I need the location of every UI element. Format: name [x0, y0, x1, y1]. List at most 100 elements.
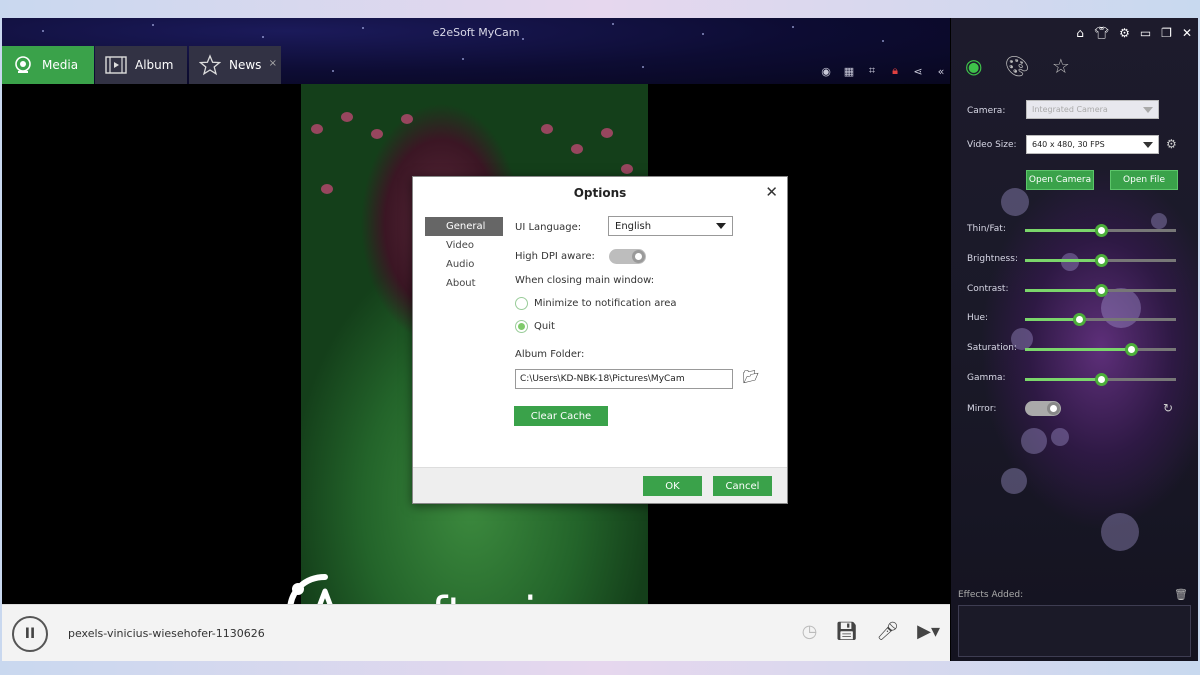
slider-label: Brightness:	[967, 254, 1018, 264]
slider-label: Hue:	[967, 313, 989, 323]
nav-item-audio[interactable]: Audio	[425, 255, 503, 274]
video-size-select[interactable]: 640 x 480, 30 FPS	[1026, 135, 1159, 154]
folder-open-icon[interactable]: 📂︎	[743, 370, 760, 385]
toggle-knob	[1047, 402, 1060, 415]
options-dialog: Options ✕ General Video Audio About UI L…	[412, 176, 788, 504]
adjustment-slider[interactable]	[1025, 313, 1176, 326]
album-folder-field[interactable]: C:\Users\KD-NBK-18\Pictures\MyCam	[515, 369, 733, 389]
toggle-knob	[632, 250, 645, 263]
film-icon	[105, 54, 127, 76]
ui-language-label: UI Language:	[515, 222, 582, 233]
close-icon[interactable]: ✕	[1182, 26, 1192, 40]
clock-icon[interactable]: ◷	[802, 621, 818, 642]
ui-language-value: English	[615, 220, 652, 232]
tab-news[interactable]: News ×	[189, 46, 281, 84]
dialog-title: Options	[573, 186, 627, 200]
video-toolbar: ◉ ▦ ⌗ 🔒︎ ⋖ «	[819, 64, 948, 78]
collapse-icon[interactable]: «	[934, 65, 948, 78]
quit-option-label: Quit	[534, 321, 555, 332]
reset-icon[interactable]: ↻	[1163, 401, 1173, 415]
high-dpi-toggle[interactable]	[609, 249, 646, 264]
adjustment-slider[interactable]	[1025, 254, 1176, 267]
share-icon[interactable]: ⋖	[911, 65, 925, 78]
tab-media-label: Media	[42, 58, 79, 72]
nav-item-video[interactable]: Video	[425, 236, 503, 255]
options-nav: General Video Audio About	[425, 217, 503, 293]
softonic-watermark: softonic.com	[280, 569, 678, 604]
slider-knob[interactable]	[1094, 284, 1108, 297]
slider-knob[interactable]	[1094, 254, 1108, 267]
webcam-icon[interactable]: ◉	[965, 54, 982, 78]
tab-close-icon[interactable]: ×	[269, 58, 277, 69]
camera-select[interactable]: Integrated Camera	[1026, 100, 1159, 119]
adjustment-slider[interactable]	[1025, 284, 1176, 297]
slider-knob[interactable]	[1124, 343, 1138, 356]
slider-label: Gamma:	[967, 373, 1006, 383]
closing-behavior-label: When closing main window:	[515, 275, 655, 286]
ok-button[interactable]: OK	[643, 476, 702, 496]
adjustment-slider[interactable]	[1025, 343, 1176, 356]
camera-icon[interactable]: ▶▾	[917, 621, 940, 642]
high-dpi-label: High DPI aware:	[515, 251, 595, 262]
album-folder-label: Album Folder:	[515, 349, 585, 360]
clear-cache-button[interactable]: Clear Cache	[514, 406, 608, 426]
chevron-down-icon	[1143, 106, 1153, 113]
qr-icon[interactable]: ▦	[842, 65, 856, 78]
open-file-button[interactable]: Open File	[1110, 170, 1178, 190]
window-controls: ⌂ 👕︎ ⚙ ▭ ❐ ✕	[1076, 26, 1192, 40]
shirt-icon[interactable]: 👕︎	[1094, 26, 1109, 40]
cancel-button[interactable]: Cancel	[713, 476, 772, 496]
save-icon[interactable]: 💾︎	[835, 621, 858, 642]
tab-album[interactable]: Album	[95, 46, 187, 84]
ui-language-select[interactable]: English	[608, 216, 733, 236]
close-icon[interactable]: ✕	[765, 183, 778, 201]
palette-icon[interactable]: 🎨︎	[1004, 54, 1029, 78]
slider-knob[interactable]	[1094, 373, 1108, 386]
slider-knob[interactable]	[1094, 224, 1108, 237]
effects-added-label: Effects Added:	[958, 590, 1024, 600]
webcam-icon	[12, 54, 34, 76]
home-icon[interactable]: ⌂	[1076, 26, 1084, 40]
mirror-label: Mirror:	[967, 404, 997, 414]
minimize-icon[interactable]: ▭	[1140, 26, 1151, 40]
panel-tabs: ◉ 🎨︎ ☆	[965, 54, 1070, 78]
minimize-option-label: Minimize to notification area	[534, 298, 677, 309]
camera-select-value: Integrated Camera	[1032, 105, 1108, 114]
crop-icon[interactable]: ⌗	[865, 64, 879, 78]
minimize-radio[interactable]	[515, 297, 528, 310]
nav-item-general[interactable]: General	[425, 217, 503, 236]
restore-icon[interactable]: ❐	[1161, 26, 1172, 40]
top-bar: e2eSoft MyCam Media Album News × ◉ ▦ ⌗ 🔒…	[2, 18, 950, 84]
bottom-bar: II pexels-vinicius-wiesehofer-1130626 ◷ …	[2, 604, 950, 661]
open-camera-button[interactable]: Open Camera	[1026, 170, 1094, 190]
star-icon[interactable]: ☆	[1052, 54, 1070, 78]
tab-media[interactable]: Media	[2, 46, 94, 84]
control-panel: ⌂ 👕︎ ⚙ ▭ ❐ ✕ ◉ 🎨︎ ☆ Camera: Integrated C…	[951, 18, 1198, 661]
watermark-text: softonic.com	[378, 587, 678, 604]
gear-icon[interactable]: ⚙	[1119, 26, 1130, 40]
gear-icon[interactable]: ⚙	[1166, 137, 1177, 151]
tab-album-label: Album	[135, 58, 174, 72]
chevron-down-icon	[716, 223, 726, 229]
video-size-value: 640 x 480, 30 FPS	[1032, 140, 1105, 149]
adjustment-slider[interactable]	[1025, 373, 1176, 386]
pause-button[interactable]: II	[12, 616, 48, 652]
broadcast-icon[interactable]: ◉	[819, 65, 833, 78]
adjustment-slider[interactable]	[1025, 224, 1176, 237]
slider-fill	[1025, 259, 1101, 262]
effects-list[interactable]	[958, 605, 1191, 657]
slider-fill	[1025, 289, 1101, 292]
quit-radio[interactable]	[515, 320, 528, 333]
microphone-icon[interactable]: 🎤︎	[876, 621, 899, 642]
mirror-toggle[interactable]	[1025, 401, 1061, 416]
bottom-actions: ◷ 💾︎ 🎤︎ ▶▾	[802, 621, 940, 642]
trash-icon[interactable]: 🗑︎	[1174, 588, 1188, 601]
video-size-label: Video Size:	[967, 140, 1017, 150]
slider-label: Thin/Fat:	[967, 224, 1006, 234]
chevron-down-icon	[1143, 141, 1153, 148]
lock-icon[interactable]: 🔒︎	[888, 64, 902, 78]
current-filename: pexels-vinicius-wiesehofer-1130626	[68, 627, 265, 640]
nav-item-about[interactable]: About	[425, 274, 503, 293]
softonic-logo-icon	[287, 574, 333, 604]
slider-knob[interactable]	[1073, 313, 1087, 326]
